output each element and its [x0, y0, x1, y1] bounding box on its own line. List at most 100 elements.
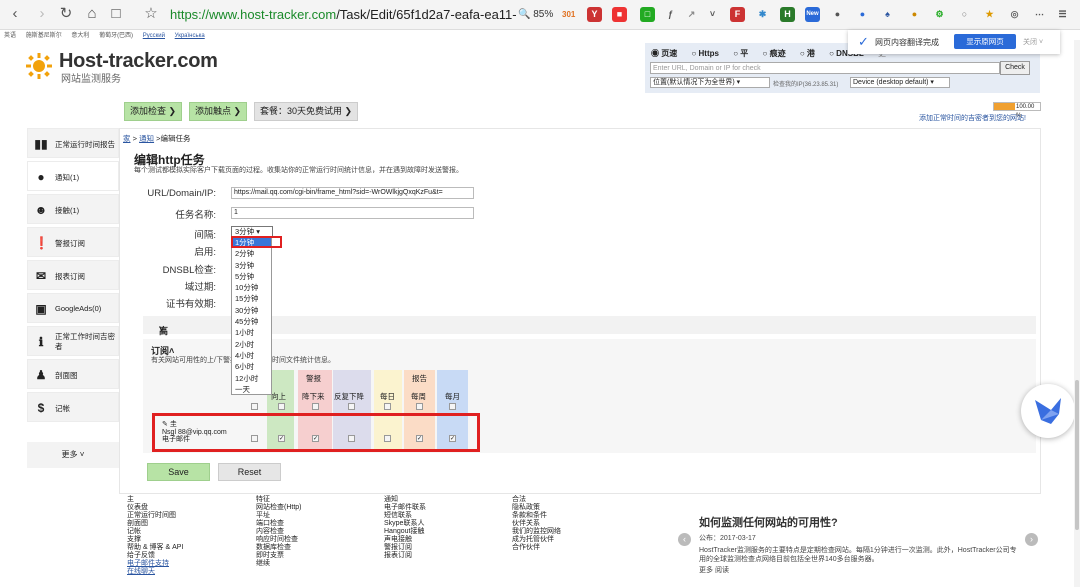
interval-option[interactable]: 1小时 — [232, 327, 271, 338]
extension-icon[interactable]: □ — [640, 7, 655, 22]
reset-button[interactable]: Reset — [218, 463, 281, 481]
device-select[interactable]: Device (desktop default) ▾ — [850, 77, 950, 88]
interval-option[interactable]: 3分钟 — [232, 260, 271, 271]
news-prev-icon[interactable]: ‹ — [678, 533, 691, 546]
extension-icon[interactable]: H — [780, 7, 795, 22]
footer-link[interactable]: 声电接触 — [384, 536, 426, 544]
new-extension-icon[interactable]: New — [805, 7, 820, 22]
interval-option[interactable]: 45分钟 — [232, 316, 271, 327]
share-icon[interactable]: ↗ — [684, 7, 699, 22]
extension-icon[interactable]: ○ — [957, 7, 972, 22]
footer-link[interactable]: 电子邮件联系 — [384, 504, 426, 512]
advanced-options-toggle[interactable]: 高级选项˅ — [143, 316, 1036, 375]
extension-icon[interactable]: ● — [830, 7, 845, 22]
interval-option[interactable]: 10分钟 — [232, 282, 271, 293]
interval-option[interactable]: 30分钟 — [232, 305, 271, 316]
radio-option[interactable]: ○ 港 — [800, 49, 821, 58]
translate-close-button[interactable]: 关闭 ˅ — [1023, 37, 1043, 47]
lang-item[interactable]: 施斯基尼斯尔 — [26, 33, 62, 39]
header-checkbox-weekly[interactable] — [416, 403, 423, 410]
radio-option[interactable]: ○ 平 — [733, 49, 754, 58]
cookie-icon[interactable]: ● — [907, 7, 922, 22]
star-icon[interactable]: ☆ — [142, 5, 160, 23]
assistant-float-button[interactable] — [1021, 384, 1075, 438]
lang-item[interactable]: 意大利 — [71, 33, 89, 39]
footer-link[interactable]: Skype联系人 — [384, 520, 426, 528]
footer-link[interactable]: 支撑 — [127, 536, 183, 544]
my-ip-text[interactable]: 检查我的IP(36.23.85.31) — [773, 79, 838, 88]
sidebar-item-notifications[interactable]: ● 通知(1) — [27, 161, 119, 191]
check-url-input[interactable]: Enter URL, Domain or IP for check — [650, 62, 1000, 74]
footer-link[interactable]: 帮助 & 博客 & API — [127, 544, 183, 552]
footer-link[interactable]: 给子反馈 — [127, 552, 183, 560]
drop-icon[interactable]: ● — [855, 7, 870, 22]
task-name-input[interactable]: 1 — [231, 207, 474, 219]
lang-item[interactable]: 葡萄牙(巴西) — [99, 33, 133, 39]
footer-link[interactable]: 警报订阅 — [384, 544, 426, 552]
extension-icon[interactable]: ✱ — [755, 7, 770, 22]
add-contact-button[interactable]: 添加触点 ❯ — [189, 102, 248, 121]
address-bar[interactable]: https://www.host-tracker.com/Task/Edit/6… — [170, 7, 517, 22]
extension-icon[interactable]: Y — [587, 7, 602, 22]
footer-link[interactable]: 隐私政策 — [512, 504, 561, 512]
news-more-link[interactable]: 更多 — [699, 567, 713, 574]
news-next-icon[interactable]: › — [1025, 533, 1038, 546]
footer-link[interactable]: Hangout接触 — [384, 528, 426, 536]
extension-icon[interactable]: ƒ — [663, 7, 678, 22]
scrollbar-thumb[interactable] — [1075, 380, 1079, 530]
footer-link[interactable]: 继续 — [256, 560, 302, 568]
forward-icon[interactable]: › — [33, 5, 51, 23]
footer-link[interactable]: 我们的监控网络 — [512, 528, 561, 536]
reader-icon[interactable]: □ — [107, 5, 125, 23]
reload-icon[interactable]: ↻ — [57, 5, 75, 23]
check-button[interactable]: Check — [1000, 61, 1030, 75]
sidebar-item-uptime-badge[interactable]: ℹ 正常工作时间吉密者 — [27, 326, 119, 356]
footer-link[interactable]: 网站检查(Http) — [256, 504, 302, 512]
sidebar-item-alert-subscriptions[interactable]: ❗ 警报订阅 — [27, 227, 119, 257]
location-select[interactable]: 位置(默认情况下为全世界) ▾ — [650, 77, 770, 88]
footer-link[interactable]: 平址 — [256, 512, 302, 520]
zoom-level[interactable]: 🔍 85% — [518, 9, 553, 20]
sidebar-item-billing[interactable]: $ 记帐 — [27, 392, 119, 422]
footer-link[interactable]: 端口检查 — [256, 520, 302, 528]
footer-link[interactable]: 伙伴关系 — [512, 520, 561, 528]
extension-icon[interactable]: ♠ — [880, 7, 895, 22]
header-checkbox-down[interactable] — [312, 403, 319, 410]
sidebar-more-button[interactable]: 更多 ˅ — [27, 442, 119, 468]
footer-link[interactable]: 记帐 — [127, 528, 183, 536]
breadcrumb-home[interactable]: 家 — [123, 134, 131, 143]
lang-item[interactable]: Русский — [143, 33, 165, 39]
footer-link[interactable]: 电子邮件支持 — [127, 560, 183, 568]
footer-link[interactable]: 条款和条件 — [512, 512, 561, 520]
sidebar-item-googleads[interactable]: ▣ GoogleAds(0) — [27, 293, 119, 323]
header-checkbox-repeat[interactable] — [348, 403, 355, 410]
footer-link[interactable]: 响应时间检查 — [256, 536, 302, 544]
extension-icon[interactable]: ★ — [982, 7, 997, 22]
plan-button[interactable]: 套餐：30天免费试用 ❯ — [254, 102, 359, 121]
header-checkbox-daily[interactable] — [384, 403, 391, 410]
back-icon[interactable]: ‹ — [6, 5, 24, 23]
lang-item[interactable]: Українська — [175, 33, 205, 39]
footer-link[interactable]: 在线聊天 — [127, 568, 183, 576]
header-checkbox-up[interactable] — [278, 403, 285, 410]
footer-link[interactable]: 数据库检查 — [256, 544, 302, 552]
news-title[interactable]: 如何监测任何网站的可用性? — [699, 514, 1029, 530]
footer-link[interactable]: 内容检查 — [256, 528, 302, 536]
menu-icon[interactable]: ⋯ — [1032, 7, 1047, 22]
url-input[interactable]: https://mail.qq.com/cgi-bin/frame_html?s… — [231, 187, 474, 199]
chevron-down-icon[interactable]: ˅ — [705, 7, 720, 22]
uptime-badge[interactable]: 100.00 % — [993, 102, 1041, 119]
footer-link[interactable]: 合作伙伴 — [512, 544, 561, 552]
interval-option[interactable]: 一天 — [232, 384, 271, 395]
uptime-badge-link[interactable]: 添加正常时间的吉密者到您的网站! — [919, 113, 1026, 123]
breadcrumb-tasks[interactable]: 通知 — [139, 134, 154, 143]
footer-link[interactable]: 成为托管伙伴 — [512, 536, 561, 544]
select-all-checkbox[interactable] — [251, 403, 258, 410]
footer-link[interactable]: 仪表盘 — [127, 504, 183, 512]
header-checkbox-monthly[interactable] — [449, 403, 456, 410]
interval-option[interactable]: 4小时 — [232, 350, 271, 361]
radio-option[interactable]: ○ 痕迹 — [763, 49, 792, 58]
shield-icon[interactable]: ■ — [612, 7, 627, 22]
lang-item[interactable]: 英语 — [4, 33, 16, 39]
home-icon[interactable]: ⌂ — [83, 5, 101, 23]
